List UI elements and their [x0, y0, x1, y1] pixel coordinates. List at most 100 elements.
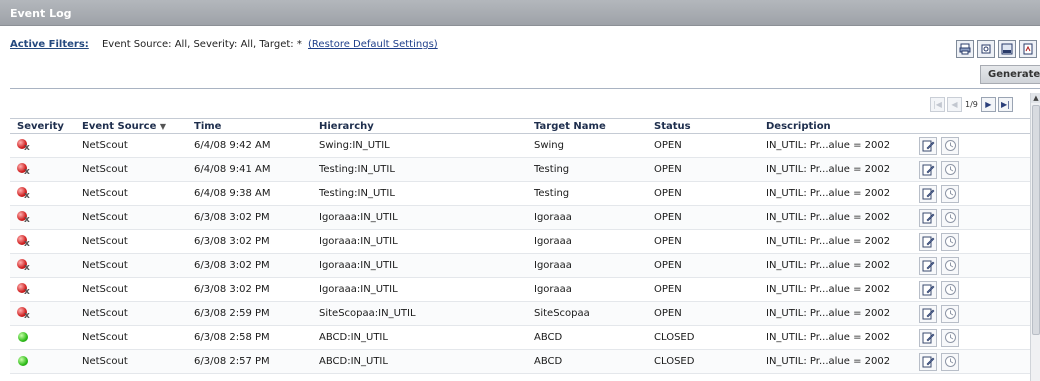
generate-button[interactable]: Generate [980, 65, 1040, 84]
column-header-status[interactable]: Status [647, 118, 759, 134]
cell-description: IN_UTIL: Pr...alue = 2002 [759, 253, 919, 278]
print-icon[interactable] [956, 40, 974, 58]
cell-status: OPEN [647, 301, 759, 326]
cell-time: 6/4/08 9:42 AM [187, 133, 312, 158]
cell-severity: x [10, 181, 75, 206]
scrollbar-thumb[interactable] [1032, 105, 1040, 335]
cell-actions [919, 205, 1030, 230]
active-filters-bar: Active Filters: Event Source: All, Sever… [10, 39, 438, 50]
printer-preview-icon[interactable] [977, 40, 995, 58]
cell-hierarchy: Igoraaa:IN_UTIL [312, 277, 527, 302]
status-error-icon: x [17, 186, 31, 201]
status-error-icon: x [17, 258, 31, 273]
table-header-row: Severity Event Source ▼ Time Hierarchy T… [10, 118, 1030, 134]
cell-actions [919, 349, 1030, 374]
cell-severity: x [10, 133, 75, 158]
cell-actions [919, 325, 1030, 350]
status-error-icon: x [17, 234, 31, 249]
edit-event-icon[interactable] [919, 280, 937, 299]
edit-event-icon[interactable] [919, 328, 937, 347]
cell-time: 6/3/08 3:02 PM [187, 229, 312, 254]
active-filters-text: Event Source: All, Severity: All, Target… [101, 39, 302, 50]
cell-target-name: Testing [527, 181, 647, 206]
cell-actions [919, 229, 1030, 254]
event-history-icon[interactable] [941, 208, 959, 227]
status-error-icon: x [17, 162, 31, 177]
edit-event-icon[interactable] [919, 352, 937, 371]
next-page-button[interactable]: ▶ [980, 97, 996, 112]
cell-description: IN_UTIL: Pr...alue = 2002 [759, 181, 919, 206]
event-history-icon[interactable] [941, 184, 959, 203]
cell-status: OPEN [647, 181, 759, 206]
status-error-icon: x [17, 138, 31, 153]
table-row[interactable]: x NetScout 6/4/08 9:41 AM Testing:IN_UTI… [10, 157, 1030, 182]
event-history-icon[interactable] [941, 232, 959, 251]
event-history-icon[interactable] [941, 160, 959, 179]
restore-default-settings-link[interactable]: (Restore Default Settings) [308, 39, 438, 50]
cell-target-name: SiteScopaa [527, 301, 647, 326]
cell-actions [919, 277, 1030, 302]
event-history-icon[interactable] [941, 328, 959, 347]
cell-event-source: NetScout [75, 349, 187, 374]
column-header-severity[interactable]: Severity [10, 118, 75, 134]
cell-status: OPEN [647, 277, 759, 302]
cell-target-name: ABCD [527, 325, 647, 350]
column-header-time[interactable]: Time [187, 118, 312, 134]
cell-event-source: NetScout [75, 301, 187, 326]
column-header-event-source[interactable]: Event Source ▼ [75, 118, 187, 134]
edit-event-icon[interactable] [919, 136, 937, 155]
column-header-description[interactable]: Description [759, 118, 919, 134]
cell-target-name: Igoraaa [527, 229, 647, 254]
cell-severity: x [10, 253, 75, 278]
event-history-icon[interactable] [941, 304, 959, 323]
event-history-icon[interactable] [941, 352, 959, 371]
table-row[interactable]: x NetScout 6/3/08 3:02 PM Igoraaa:IN_UTI… [10, 229, 1030, 254]
edit-event-icon[interactable] [919, 160, 937, 179]
cell-hierarchy: ABCD:IN_UTIL [312, 325, 527, 350]
table-row[interactable]: NetScout 6/3/08 2:58 PM ABCD:IN_UTIL ABC… [10, 325, 1030, 350]
first-page-button[interactable]: |◀ [930, 97, 945, 112]
edit-event-icon[interactable] [919, 256, 937, 275]
scroll-up-icon[interactable]: ▲ [1031, 93, 1040, 103]
edit-event-icon[interactable] [919, 304, 937, 323]
edit-event-icon[interactable] [919, 184, 937, 203]
cell-actions [919, 133, 1030, 158]
table-row[interactable]: x NetScout 6/4/08 9:38 AM Testing:IN_UTI… [10, 181, 1030, 206]
cell-target-name: Igoraaa [527, 205, 647, 230]
table-row[interactable]: x NetScout 6/3/08 3:02 PM Igoraaa:IN_UTI… [10, 205, 1030, 230]
table-row[interactable]: x NetScout 6/4/08 9:42 AM Swing:IN_UTIL … [10, 133, 1030, 158]
edit-event-icon[interactable] [919, 208, 937, 227]
cell-target-name: Swing [527, 133, 647, 158]
cell-hierarchy: Igoraaa:IN_UTIL [312, 229, 527, 254]
cell-description: IN_UTIL: Pr...alue = 2002 [759, 349, 919, 374]
export-pdf-icon[interactable] [1019, 40, 1037, 58]
previous-page-button[interactable]: ◀ [947, 97, 962, 112]
active-filters-label[interactable]: Active Filters: [10, 39, 89, 50]
column-header-target-name[interactable]: Target Name [527, 118, 647, 134]
page-indicator: 1/9 [965, 100, 978, 109]
export-csv-icon[interactable] [998, 40, 1016, 58]
cell-severity: x [10, 157, 75, 182]
cell-actions [919, 181, 1030, 206]
cell-severity: x [10, 277, 75, 302]
status-error-icon: x [17, 282, 31, 297]
event-history-icon[interactable] [941, 280, 959, 299]
table-row[interactable]: NetScout 6/3/08 2:57 PM ABCD:IN_UTIL ABC… [10, 349, 1030, 374]
edit-event-icon[interactable] [919, 232, 937, 251]
event-history-icon[interactable] [941, 256, 959, 275]
cell-hierarchy: Igoraaa:IN_UTIL [312, 253, 527, 278]
column-header-hierarchy[interactable]: Hierarchy [312, 118, 527, 134]
event-history-icon[interactable] [941, 136, 959, 155]
cell-time: 6/4/08 9:38 AM [187, 181, 312, 206]
cell-status: OPEN [647, 157, 759, 182]
cell-event-source: NetScout [75, 253, 187, 278]
last-page-button[interactable]: ▶| [997, 97, 1013, 112]
cell-time: 6/4/08 9:41 AM [187, 157, 312, 182]
cell-event-source: NetScout [75, 277, 187, 302]
table-row[interactable]: x NetScout 6/3/08 3:02 PM Igoraaa:IN_UTI… [10, 253, 1030, 278]
divider [10, 88, 1040, 89]
vertical-scrollbar[interactable]: ▲ [1030, 93, 1040, 381]
cell-description: IN_UTIL: Pr...alue = 2002 [759, 301, 919, 326]
table-row[interactable]: x NetScout 6/3/08 3:02 PM Igoraaa:IN_UTI… [10, 277, 1030, 302]
table-row[interactable]: x NetScout 6/3/08 2:59 PM SiteScopaa:IN_… [10, 301, 1030, 326]
